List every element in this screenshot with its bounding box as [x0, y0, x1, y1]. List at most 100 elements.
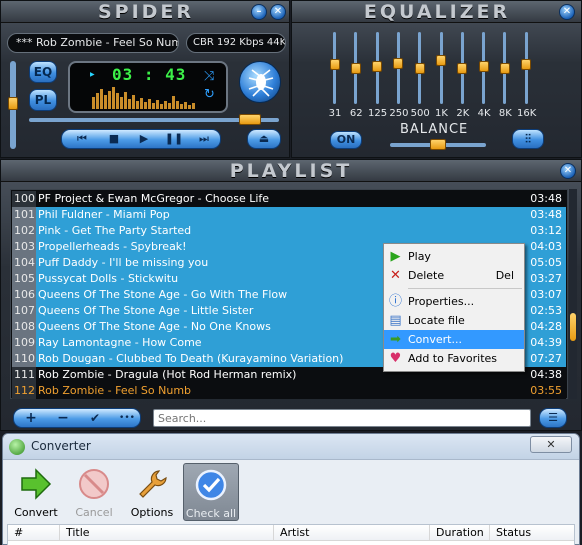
eq-presets-icon[interactable]: ⫶⫶	[512, 129, 544, 149]
repeat-icon[interactable]: ↻	[204, 87, 215, 102]
eq-band-knob[interactable]	[329, 59, 340, 71]
player-title-bar[interactable]: SPIDER – ✕	[1, 1, 289, 23]
now-playing-display: *** Rob Zombie - Feel So Numb (	[7, 33, 179, 53]
menu-item-delete[interactable]: ✕ Delete Del	[384, 266, 524, 285]
track-title: Rob Zombie - Feel So Numb	[38, 384, 192, 397]
shuffle-icon[interactable]: ⤨	[204, 69, 214, 84]
eq-band-knob[interactable]	[414, 62, 425, 74]
track-number: 104	[12, 255, 36, 271]
menu-item-properties[interactable]: ⓘ Properties...	[384, 292, 524, 311]
track-duration: 04:39	[530, 336, 562, 349]
track-number: 111	[12, 367, 36, 383]
eq-band-knob[interactable]	[350, 62, 361, 74]
playlist-row[interactable]: 100 PF Project & Ewan McGregor - Choose L…	[12, 191, 566, 207]
more-icon[interactable]: •••	[114, 409, 140, 427]
play-icon: ▶	[390, 249, 401, 264]
converter-title-bar[interactable]: Converter ✕	[3, 434, 579, 460]
seek-knob[interactable]	[239, 114, 261, 125]
track-number: 110	[12, 351, 36, 367]
playlist-title-bar[interactable]: PLAYLIST ✕	[1, 160, 581, 182]
menu-item-add-to-favorites[interactable]: ♥ Add to Favorites	[384, 349, 524, 368]
converter-close-icon[interactable]: ✕	[530, 436, 572, 453]
eq-band-slider[interactable]	[439, 32, 443, 104]
menu-item-play[interactable]: ▶ Play	[384, 247, 524, 266]
player-title: SPIDER	[97, 1, 195, 23]
check-all-button[interactable]: Check all	[183, 463, 239, 521]
track-number: 103	[12, 239, 36, 255]
playlist-scroll-thumb[interactable]	[570, 313, 576, 341]
playlist-search-input[interactable]	[153, 409, 531, 427]
track-number: 105	[12, 271, 36, 287]
app-root: SPIDER – ✕ *** Rob Zombie - Feel So Numb…	[0, 0, 582, 545]
playlist-scrollbar[interactable]	[569, 189, 577, 399]
eq-band-knob[interactable]	[436, 55, 446, 67]
visualizer-display: ▶ 03 : 43 ⤨ ↻	[68, 61, 228, 113]
eject-icon[interactable]: ⏏	[247, 129, 281, 149]
playlist-close-icon[interactable]: ✕	[560, 163, 576, 179]
pause-icon[interactable]: ❚❚	[162, 130, 186, 148]
minimize-icon[interactable]: –	[251, 4, 267, 20]
next-icon[interactable]: ⏭	[192, 130, 216, 148]
spider-logo-button[interactable]	[239, 61, 281, 103]
column-duration[interactable]: Duration	[430, 525, 490, 541]
info-icon: ⓘ	[388, 294, 402, 309]
menu-item-locate-file[interactable]: ▤ Locate file	[384, 311, 524, 330]
column-status[interactable]: Status	[490, 525, 574, 541]
spectrum-visualizer	[92, 87, 195, 109]
playlist-menu-icon[interactable]: ☰	[539, 408, 567, 428]
eq-band-knob[interactable]	[521, 59, 532, 71]
equalizer-close-icon[interactable]: ✕	[559, 4, 575, 20]
converter-window: Converter ✕ Convert Cancel Options Check…	[2, 433, 580, 545]
playlist-row[interactable]: 112 Rob Zombie - Feel So Numb 03:55	[12, 383, 566, 399]
time-display: 03 : 43	[112, 65, 187, 84]
eq-on-button[interactable]: ON	[330, 131, 362, 149]
eq-toggle-button[interactable]: EQ	[29, 61, 57, 83]
converter-table: # Title Artist Duration Status	[7, 524, 575, 545]
options-label: Options	[130, 506, 174, 519]
track-duration: 02:53	[530, 304, 562, 317]
balance-slider-knob[interactable]	[430, 139, 446, 150]
track-duration: 03:27	[530, 272, 562, 285]
context-menu: ▶ Play ✕ Delete Del ⓘ Properties... ▤ Locate fil…	[383, 243, 525, 372]
balance-label: BALANCE	[400, 122, 469, 137]
converter-table-header: # Title Artist Duration Status	[8, 525, 574, 541]
column-title[interactable]: Title	[60, 525, 274, 541]
track-duration: 03:48	[530, 192, 562, 205]
eq-band-knob[interactable]	[393, 57, 404, 69]
play-icon[interactable]: ▶	[132, 130, 156, 148]
add-icon[interactable]: +	[18, 409, 44, 427]
track-number: 106	[12, 287, 36, 303]
previous-icon[interactable]: ⏮	[70, 130, 94, 148]
eq-band-knob[interactable]	[499, 62, 510, 74]
playlist-toggle-button[interactable]: PL	[29, 89, 57, 111]
cancel-button[interactable]: Cancel	[67, 463, 121, 521]
convert-arrow-icon	[21, 468, 52, 500]
track-title: Pink - Get The Party Started	[38, 224, 192, 237]
remove-icon[interactable]: −	[50, 409, 76, 427]
menu-item-label: Play	[408, 250, 431, 263]
track-duration: 03:12	[530, 224, 562, 237]
track-duration: 07:27	[530, 352, 562, 365]
eq-band-knob[interactable]	[478, 61, 489, 73]
column-number[interactable]: #	[8, 525, 60, 541]
stop-icon[interactable]: ■	[102, 130, 126, 148]
track-duration: 03:48	[530, 208, 562, 221]
column-artist[interactable]: Artist	[274, 525, 430, 541]
track-number: 107	[12, 303, 36, 319]
options-button[interactable]: Options	[125, 463, 179, 521]
eq-band-knob[interactable]	[457, 62, 468, 74]
volume-slider-knob[interactable]	[8, 97, 18, 110]
eq-band-label: 16K	[517, 108, 537, 119]
menu-item-convert[interactable]: ➡ Convert...	[384, 330, 524, 349]
track-number: 102	[12, 223, 36, 239]
equalizer-title-bar[interactable]: EQUALIZER ✕	[292, 1, 581, 23]
check-all-icon	[195, 469, 227, 501]
playlist-row[interactable]: 102 Pink - Get The Party Started 03:12	[12, 223, 566, 239]
track-duration: 04:38	[530, 368, 562, 381]
track-title: Phil Fuldner - Miami Pop	[38, 208, 170, 221]
convert-button[interactable]: Convert	[9, 463, 63, 521]
eq-band-knob[interactable]	[372, 61, 383, 73]
playlist-row[interactable]: 101 Phil Fuldner - Miami Pop 03:48	[12, 207, 566, 223]
check-icon[interactable]: ✔	[82, 409, 108, 427]
close-icon[interactable]: ✕	[270, 4, 286, 20]
